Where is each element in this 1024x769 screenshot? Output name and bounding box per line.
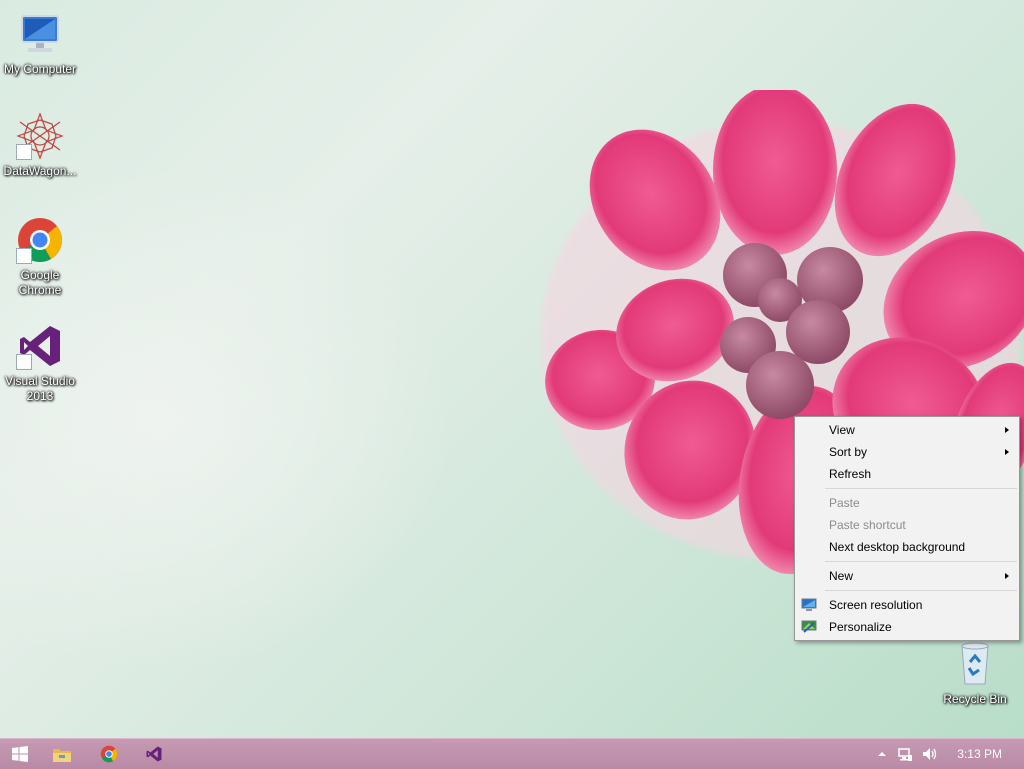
- start-icon: [12, 746, 28, 762]
- desktop-icon-my-computer[interactable]: My Computer: [0, 10, 80, 77]
- desktop-icon-label: Google Chrome: [18, 268, 62, 297]
- start-button[interactable]: [0, 739, 40, 769]
- menu-item-sort-by[interactable]: Sort by: [795, 441, 1019, 463]
- menu-separator: [825, 590, 1017, 591]
- desktop-icon-google-chrome[interactable]: Google Chrome: [0, 216, 80, 298]
- menu-item-view[interactable]: View: [795, 419, 1019, 441]
- menu-item-paste[interactable]: Paste: [795, 492, 1019, 514]
- show-hidden-icons-icon[interactable]: [874, 746, 890, 762]
- taskbar-file-explorer[interactable]: [42, 739, 82, 769]
- menu-item-paste-shortcut[interactable]: Paste shortcut: [795, 514, 1019, 536]
- taskbar-visual-studio[interactable]: [134, 739, 174, 769]
- shortcut-arrow-icon: [16, 248, 32, 264]
- computer-icon: [16, 10, 64, 58]
- recycle-bin-icon: [951, 640, 999, 688]
- desktop[interactable]: My Computer DataWagon... Google Chrome V…: [0, 0, 1024, 738]
- chrome-icon: [100, 745, 118, 763]
- desktop-icon-recycle-bin[interactable]: Recycle Bin: [935, 640, 1015, 707]
- personalize-icon: [801, 619, 817, 635]
- menu-separator: [825, 488, 1017, 489]
- visual-studio-icon: [16, 322, 64, 370]
- menu-item-new[interactable]: New: [795, 565, 1019, 587]
- network-icon[interactable]: [897, 746, 913, 762]
- visual-studio-icon: [146, 746, 162, 762]
- taskbar-clock[interactable]: 3:13 PM: [957, 739, 1002, 769]
- chrome-icon: [16, 216, 64, 264]
- menu-item-screen-resolution[interactable]: Screen resolution: [795, 594, 1019, 616]
- desktop-icon-label: DataWagon...: [3, 164, 77, 178]
- shortcut-arrow-icon: [16, 354, 32, 370]
- desktop-icon-datawagon[interactable]: DataWagon...: [0, 112, 80, 179]
- menu-item-label: Refresh: [829, 467, 872, 481]
- menu-item-personalize[interactable]: Personalize: [795, 616, 1019, 638]
- menu-item-label: New: [829, 569, 854, 583]
- menu-item-label: Screen resolution: [829, 598, 923, 612]
- file-explorer-icon: [53, 749, 71, 762]
- menu-item-label: Paste shortcut: [829, 518, 906, 532]
- menu-separator: [825, 561, 1017, 562]
- submenu-arrow-icon: [1005, 427, 1009, 433]
- menu-item-label: Personalize: [829, 620, 892, 634]
- menu-item-label: Paste: [829, 496, 860, 510]
- menu-item-label: Sort by: [829, 445, 868, 459]
- desktop-icon-label: My Computer: [3, 62, 77, 76]
- menu-item-refresh[interactable]: Refresh: [795, 463, 1019, 485]
- datawagon-icon: [16, 112, 64, 160]
- volume-icon[interactable]: [921, 746, 937, 762]
- menu-item-label: Next desktop background: [829, 540, 966, 554]
- desktop-icon-label: Recycle Bin: [943, 692, 1007, 706]
- screen-resolution-icon: [801, 597, 817, 613]
- taskbar-google-chrome[interactable]: [89, 739, 129, 769]
- desktop-context-menu: View Sort by Refresh Paste Paste shortcu…: [794, 416, 1020, 641]
- submenu-arrow-icon: [1005, 449, 1009, 455]
- taskbar: 3:13 PM: [0, 738, 1024, 769]
- menu-item-next-desktop-background[interactable]: Next desktop background: [795, 536, 1019, 558]
- shortcut-arrow-icon: [16, 144, 32, 160]
- desktop-icon-visual-studio[interactable]: Visual Studio 2013: [0, 322, 80, 404]
- submenu-arrow-icon: [1005, 573, 1009, 579]
- menu-item-label: View: [829, 423, 855, 437]
- desktop-icon-label: Visual Studio 2013: [5, 374, 75, 403]
